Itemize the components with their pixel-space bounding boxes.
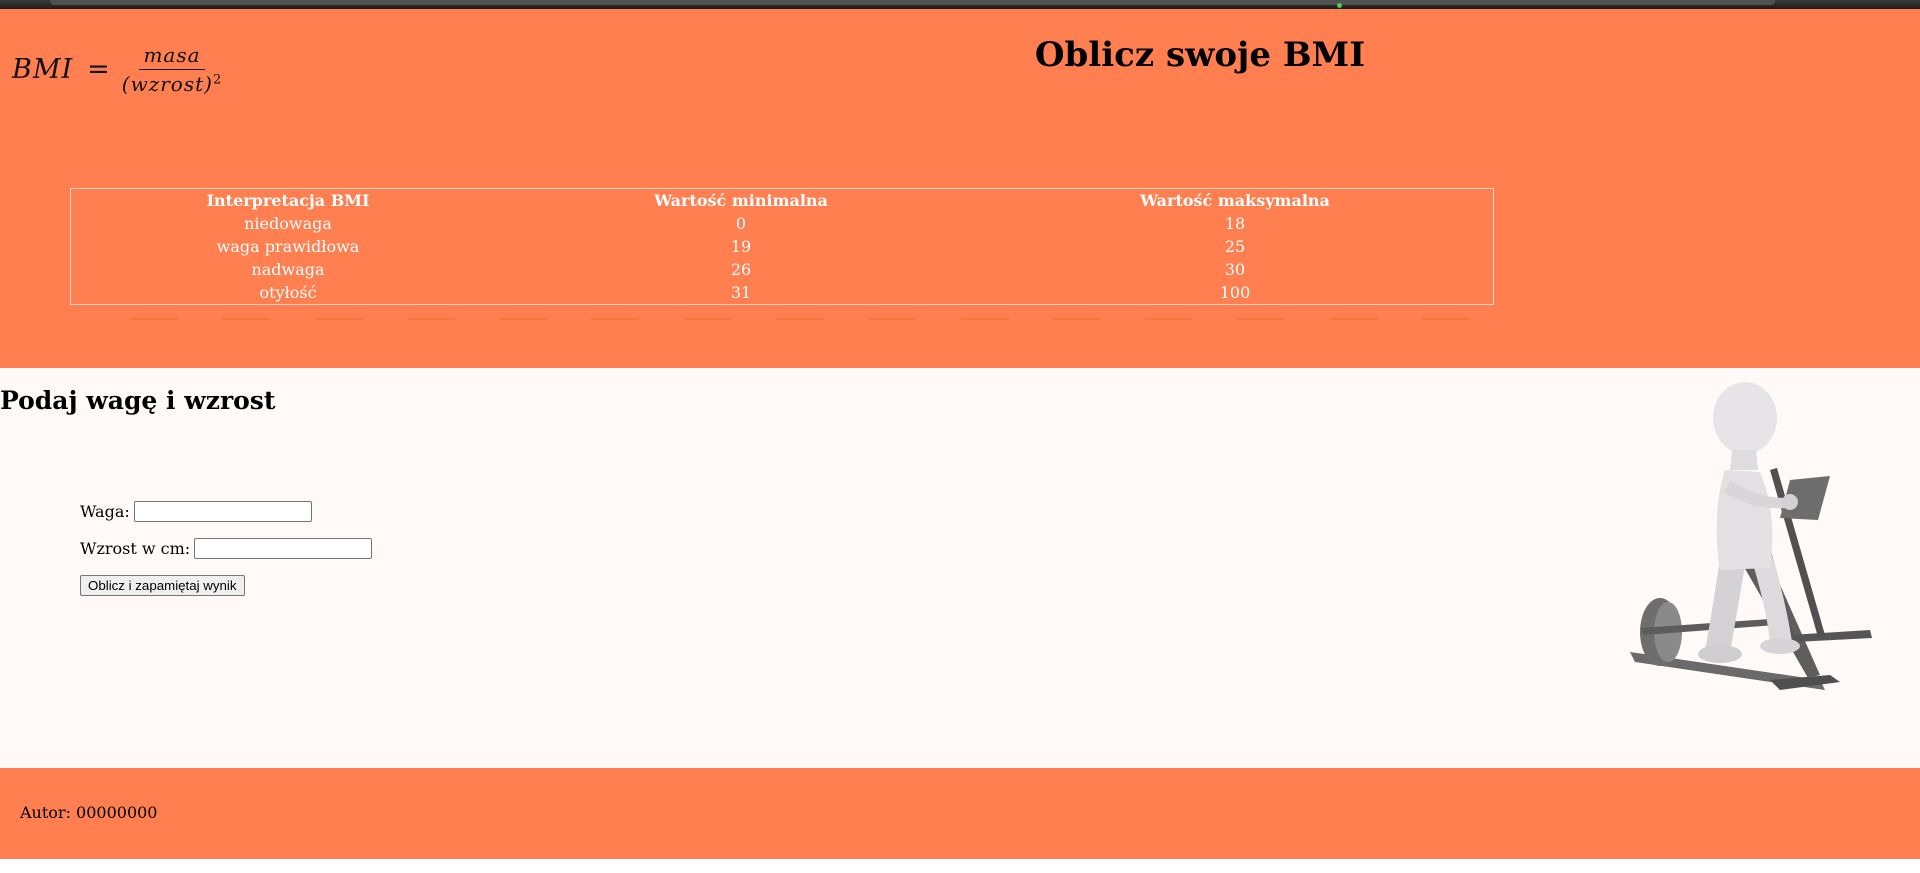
- browser-top-strip: [0, 0, 1920, 9]
- main-section: Podaj wagę i wzrost Waga: Wzrost w cm: O…: [0, 368, 1920, 768]
- footer: Autor: 00000000: [0, 768, 1920, 859]
- table-cell-max: 100: [1219, 283, 1251, 302]
- height-row: Wzrost w cm:: [80, 530, 373, 567]
- formula-lhs: BMI: [12, 53, 74, 85]
- bottom-strip: [0, 859, 1920, 873]
- figure-foot-back-shape: [1698, 645, 1742, 663]
- formula-denominator: (wzrost): [121, 71, 213, 96]
- table-cell-interpretation: waga prawidłowa: [216, 237, 360, 256]
- height-input[interactable]: [194, 538, 373, 559]
- table-cell-min: 0: [735, 214, 747, 233]
- figure-leg-back-shape: [1705, 560, 1745, 652]
- bmi-form: Waga: Wzrost w cm: Oblicz i zapamiętaj w…: [80, 493, 373, 604]
- table-row: waga prawidłowa 19 25: [71, 235, 1494, 258]
- faint-row-marks: [130, 318, 1470, 320]
- table-cell-interpretation: otyłość: [259, 283, 317, 302]
- form-heading: Podaj wagę i wzrost: [0, 386, 276, 415]
- table-cell-min: 19: [730, 237, 752, 256]
- table-row: nadwaga 26 30: [71, 258, 1494, 281]
- elliptical-trainer-figure-icon: [1630, 382, 1872, 690]
- table-row: niedowaga 0 18: [71, 212, 1494, 235]
- header-section: BMI = masa (wzrost)2 Oblicz swoje BMI In…: [0, 9, 1920, 368]
- figure-head-shape: [1713, 382, 1777, 454]
- status-dot-icon: [1337, 3, 1342, 8]
- weight-row: Waga:: [80, 493, 372, 530]
- weight-label: Waga:: [80, 502, 130, 521]
- height-label: Wzrost w cm:: [80, 539, 191, 558]
- browser-top-sheen: [50, 0, 1775, 5]
- table-header-min: Wartość minimalna: [654, 191, 828, 210]
- formula-fraction: masa (wzrost)2: [122, 43, 222, 96]
- weight-input[interactable]: [133, 501, 312, 522]
- formula-exponent: 2: [212, 71, 223, 87]
- submit-row: Oblicz i zapamiętaj wynik: [80, 567, 372, 604]
- table-cell-max: 18: [1224, 214, 1246, 233]
- table-cell-max: 30: [1224, 260, 1246, 279]
- table-header-max: Wartość maksymalna: [1140, 191, 1330, 210]
- bmi-formula: BMI = masa (wzrost)2: [12, 34, 222, 104]
- calculate-button[interactable]: Oblicz i zapamiętaj wynik: [80, 575, 245, 596]
- table-row: otyłość 31 100: [71, 281, 1494, 305]
- table-header-interpretation: Interpretacja BMI: [206, 191, 370, 210]
- figure-neck-shape: [1730, 450, 1758, 470]
- table-cell-interpretation: niedowaga: [244, 214, 332, 233]
- figure-hand-shape: [1782, 494, 1798, 510]
- table-cell-min: 31: [730, 283, 752, 302]
- page-title: Oblicz swoje BMI: [1034, 35, 1366, 75]
- table-cell-interpretation: nadwaga: [251, 260, 325, 279]
- table-header-row: Interpretacja BMI Wartość minimalna Wart…: [71, 189, 1494, 213]
- bmi-table: Interpretacja BMI Wartość minimalna Wart…: [70, 188, 1494, 305]
- frame-rear-shape: [1790, 630, 1872, 642]
- author-text: Autor: 00000000: [20, 803, 158, 822]
- formula-numerator: masa: [139, 43, 205, 70]
- table-cell-min: 26: [730, 260, 752, 279]
- figure-torso-shape: [1716, 470, 1773, 570]
- figure-foot-front-shape: [1760, 638, 1800, 654]
- table-cell-max: 25: [1224, 237, 1246, 256]
- formula-equals: =: [87, 53, 110, 85]
- formula-denominator-wrap: (wzrost)2: [122, 70, 222, 96]
